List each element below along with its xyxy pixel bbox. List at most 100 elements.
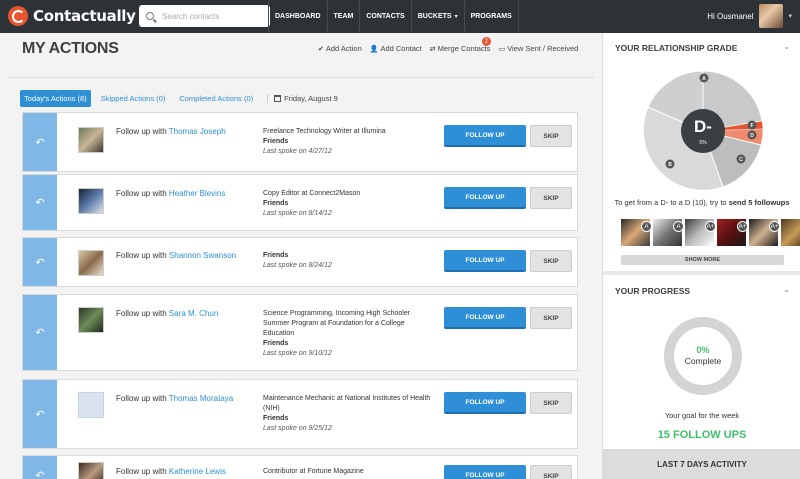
contact-group: Friends (263, 252, 289, 259)
last-spoke: Last spoke on 9/25/12 (263, 425, 332, 432)
action-card: ↶ Follow up with Heather Blevins Copy Ed… (22, 174, 578, 231)
skip-button[interactable]: SKIP (530, 307, 572, 329)
page-title: MY ACTIONS (22, 40, 119, 57)
search-placeholder: Search contacts (162, 11, 220, 21)
collapse-chevron-icon[interactable]: ⌄ (783, 42, 790, 51)
action-toolbar: ✔ Add Action 👤 Add Contact ⇄ Merge Contacts… (318, 37, 579, 53)
contact-info: Copy Editor at Connect2Mason Friends Las… (263, 189, 433, 219)
reply-icon[interactable]: ↶ (23, 238, 57, 286)
contact-title: Maintenance Mechanic at National Institu… (263, 395, 431, 412)
contact-info: Contributor at Fortune Magazine (263, 467, 433, 477)
friend-avatar[interactable]: A+ (717, 219, 748, 246)
reply-icon[interactable]: ↶ (23, 380, 57, 448)
follow-up-button[interactable]: FOLLOW UP (444, 125, 526, 147)
friend-avatars: A A A+ A+ A+ A+ (621, 219, 800, 246)
app-logo[interactable]: Contactually (8, 6, 136, 26)
contact-avatar (78, 462, 104, 479)
search-icon (146, 12, 154, 20)
grade-suggestion: To get from a D- to a D (10), try to sen… (603, 198, 800, 207)
follow-prefix: Follow up with (116, 467, 167, 476)
nav-team[interactable]: TEAM (326, 0, 360, 33)
last-7-days-heading[interactable]: LAST 7 DAYS ACTIVITY (603, 449, 800, 479)
reply-icon[interactable]: ↶ (23, 113, 57, 171)
merge-contacts-link[interactable]: ⇄ Merge Contacts 2 (429, 37, 491, 53)
tab-skipped[interactable]: Skipped Actions (0) (97, 90, 170, 107)
tab-today[interactable]: Today's Actions (8) (20, 90, 91, 107)
nav-label: TEAM (333, 13, 354, 20)
follow-up-button[interactable]: FOLLOW UP (444, 250, 526, 272)
calendar-icon (274, 95, 282, 102)
contact-info: Maintenance Mechanic at National Institu… (263, 394, 433, 434)
contactually-logo-icon (8, 6, 28, 26)
follow-up-button[interactable]: FOLLOW UP (444, 187, 526, 209)
contact-name-link[interactable]: Shannon Swanson (169, 251, 236, 260)
skip-button[interactable]: SKIP (530, 465, 572, 479)
user-avatar (759, 4, 784, 28)
contact-avatar (78, 250, 104, 276)
last-spoke: Last spoke on 4/27/12 (263, 148, 332, 155)
contact-name-link[interactable]: Katherine Lewis (169, 467, 226, 476)
follow-up-button[interactable]: FOLLOW UP (444, 465, 526, 479)
reply-icon[interactable]: ↶ (23, 456, 57, 479)
skip-button[interactable]: SKIP (530, 250, 572, 272)
nav-contacts[interactable]: CONTACTS (359, 0, 410, 33)
last-spoke: Last spoke on 8/14/12 (263, 210, 332, 217)
tab-completed[interactable]: Completed Actions (0) (175, 90, 257, 107)
contact-name-link[interactable]: Heather Blevins (169, 189, 225, 198)
show-more-button[interactable]: SHOW MORE (621, 255, 784, 265)
progress-percent: 0% (696, 345, 709, 355)
merge-icon: ⇄ (429, 45, 436, 53)
relationship-grade-pie: D- 5% A B C D F (642, 70, 764, 191)
skip-button[interactable]: SKIP (530, 392, 572, 414)
follow-up-button[interactable]: FOLLOW UP (444, 307, 526, 329)
search-input[interactable]: Search contacts (139, 5, 270, 27)
main-nav: DASHBOARD TEAM CONTACTS BUCKETS ▾ PROGRAM… (268, 0, 519, 33)
section-divider (603, 271, 800, 275)
friend-avatar[interactable]: A (621, 219, 652, 246)
nav-buckets[interactable]: BUCKETS ▾ (410, 0, 464, 33)
reply-icon[interactable]: ↶ (23, 175, 57, 230)
action-card: ↶ Follow up with Sara M. Chun Science Pr… (22, 294, 578, 371)
add-contact-link[interactable]: 👤 Add Contact (370, 44, 422, 53)
follow-up-text: Follow up with Katherine Lewis (116, 467, 226, 476)
collapse-chevron-icon[interactable]: ⌄ (783, 285, 790, 294)
skip-button[interactable]: SKIP (530, 187, 572, 209)
follow-up-text: Follow up with Heather Blevins (116, 189, 225, 198)
contact-name-link[interactable]: Thomas Morataya (169, 394, 233, 403)
suggestion-bold: send 5 followups (728, 198, 790, 207)
friend-grade-badge: A (641, 221, 652, 232)
contact-name-link[interactable]: Thomas Joseph (169, 127, 226, 136)
contact-group: Friends (263, 200, 289, 207)
right-sidebar: YOUR RELATIONSHIP GRADE ⌄ D- 5% A B C D … (602, 33, 800, 479)
nav-programs[interactable]: PROGRAMS (463, 0, 519, 33)
contact-name-link[interactable]: Sara M. Chun (169, 309, 218, 318)
contact-avatar-placeholder (78, 392, 104, 418)
view-sent-link[interactable]: ▭ View Sent / Received (499, 44, 579, 53)
friend-avatar[interactable]: A (653, 219, 684, 246)
contact-avatar (78, 307, 104, 333)
reply-icon[interactable]: ↶ (23, 295, 57, 370)
grade-label-c: C (739, 157, 743, 163)
last-spoke: Last spoke on 8/24/12 (263, 262, 332, 269)
contact-avatar (78, 127, 104, 153)
grade-label-b: B (668, 162, 672, 168)
nav-label: CONTACTS (366, 13, 405, 20)
grade-label-f: F (750, 123, 753, 129)
contact-group: Friends (263, 415, 289, 422)
nav-dashboard[interactable]: DASHBOARD (268, 0, 327, 33)
contact-group: Friends (263, 340, 289, 347)
contact-info: Friends Last spoke on 8/24/12 (263, 251, 433, 271)
user-menu[interactable]: Hi Ousmanel ▾ (707, 4, 792, 28)
top-navbar: Contactually Search contacts DASHBOARD T… (0, 0, 800, 33)
goal-label: Your goal for the week (664, 411, 740, 420)
add-action-link[interactable]: ✔ Add Action (318, 44, 362, 53)
friend-avatar[interactable]: A+ (749, 219, 780, 246)
contact-info: Science Programming, Incoming High Schoo… (263, 309, 433, 359)
follow-prefix: Follow up with (116, 309, 167, 318)
follow-up-button[interactable]: FOLLOW UP (444, 392, 526, 414)
skip-button[interactable]: SKIP (530, 125, 572, 147)
friend-avatar[interactable]: A+ (685, 219, 716, 246)
follow-up-text: Follow up with Sara M. Chun (116, 309, 218, 318)
suggestion-text: To get from a D- to a D (10), try to (614, 198, 727, 207)
friend-avatar[interactable]: A+ (781, 219, 800, 246)
